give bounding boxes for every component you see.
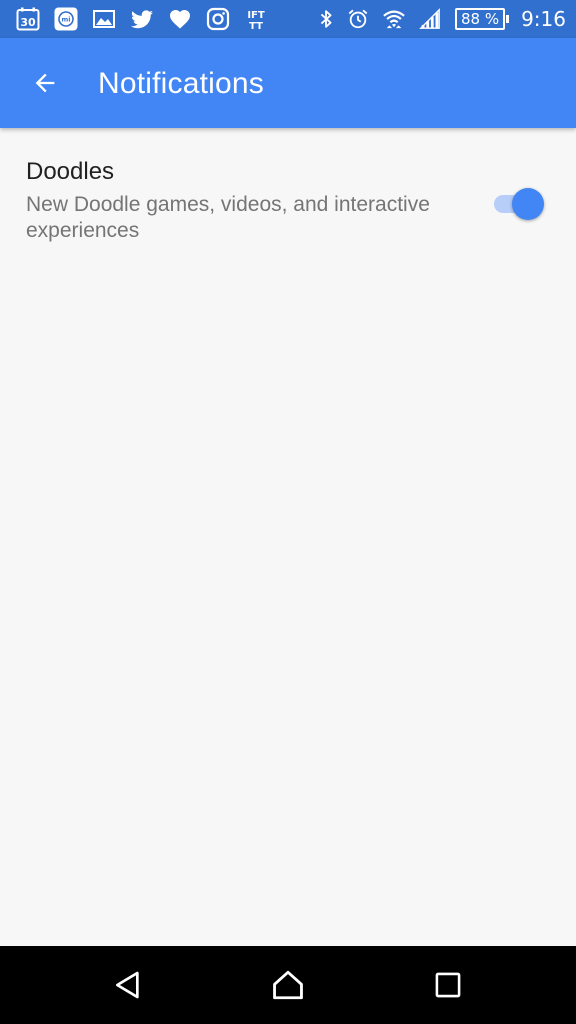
heart-icon: [170, 10, 190, 29]
page-title: Notifications: [98, 67, 265, 100]
arrow-back-icon: [35, 73, 55, 93]
mi-fit-icon: mi: [54, 7, 78, 31]
back-button[interactable]: [22, 60, 68, 106]
wifi-icon: [383, 10, 405, 29]
settings-list: Doodles New Doodle games, videos, and in…: [0, 128, 576, 946]
instagram-icon: [206, 7, 230, 31]
navigation-bar: [0, 946, 576, 1024]
calendar-day: 30: [20, 16, 36, 29]
twitter-icon: [131, 10, 153, 29]
alarm-icon: [348, 9, 368, 29]
status-bar: 30 mi IFT TT 88 % 9:16: [0, 0, 576, 38]
nav-back-button[interactable]: [105, 962, 151, 1008]
setting-title: Doodles: [26, 158, 115, 185]
nav-recents-button[interactable]: [425, 962, 471, 1008]
system-icons: 88 % 9:16: [305, 6, 566, 32]
battery-cap: [506, 15, 510, 23]
ifttt-text-bottom: TT: [249, 21, 263, 31]
status-time: 9:16: [521, 7, 566, 31]
home-icon: [273, 970, 303, 1000]
setting-summary: New Doodle games, videos, and interactiv…: [26, 193, 430, 242]
setting-row-doodles[interactable]: Doodles New Doodle games, videos, and in…: [0, 146, 576, 254]
app-bar: Notifications: [0, 38, 576, 128]
back-triangle-icon: [116, 971, 139, 999]
toggle-thumb: [512, 188, 544, 220]
nav-home-button[interactable]: [265, 962, 311, 1008]
ifttt-icon: IFT TT: [247, 10, 265, 31]
image-icon: [93, 10, 115, 28]
battery-level: 88 %: [454, 8, 506, 30]
calendar-icon: 30: [16, 7, 40, 31]
recents-icon: [435, 972, 461, 998]
notification-icons: 30 mi IFT TT: [16, 7, 282, 31]
signal-icon: [419, 8, 440, 29]
bluetooth-icon: [320, 10, 332, 28]
ifttt-text-top: IFT: [247, 10, 265, 21]
doodles-toggle[interactable]: [494, 188, 548, 220]
mi-fit-text: mi: [61, 16, 70, 24]
battery-icon: 88 %: [454, 8, 510, 30]
